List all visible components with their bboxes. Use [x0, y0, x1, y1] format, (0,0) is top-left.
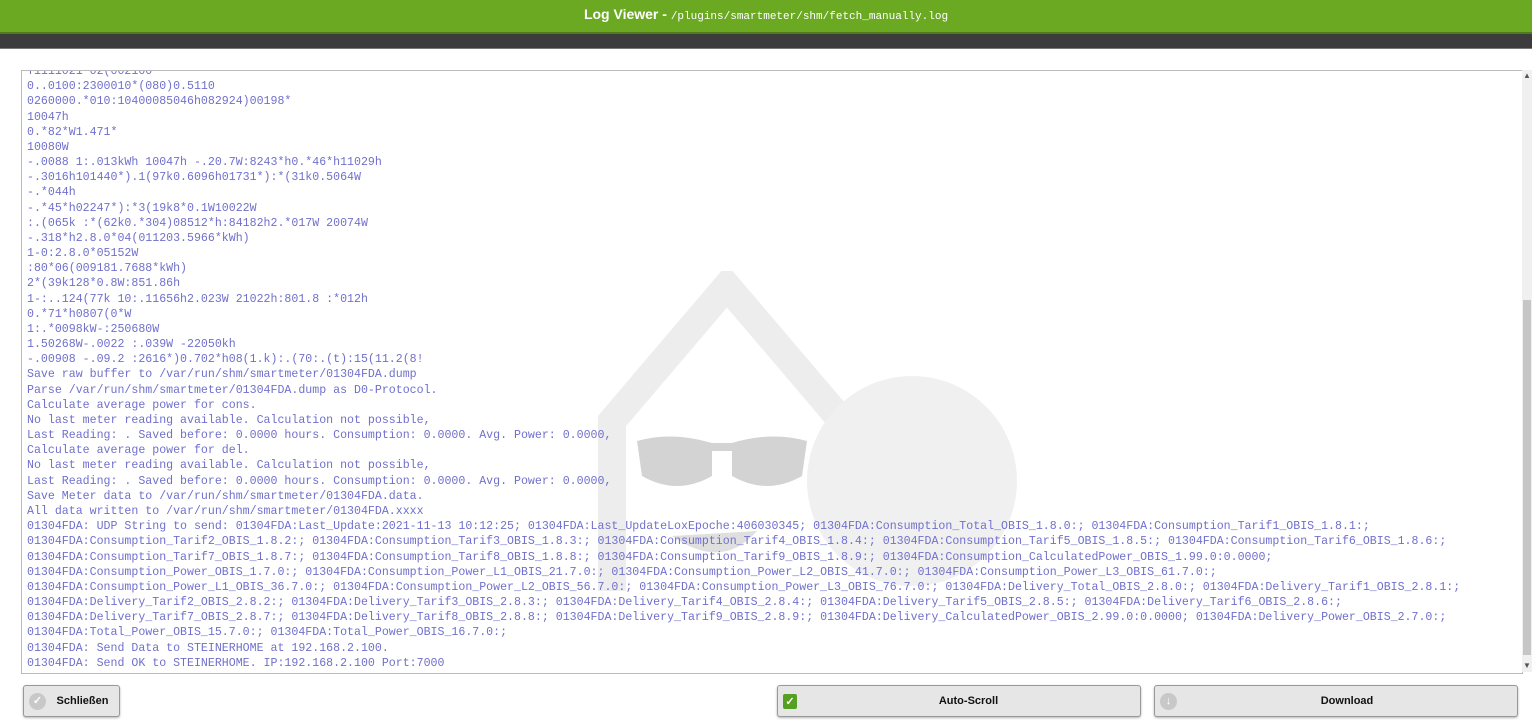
scrollbar-thumb[interactable]	[1523, 300, 1531, 655]
log-line: -.00908 -.09.2 :2616*)0.702*h08(1.k):.(7…	[27, 353, 424, 367]
log-line: 01304FDA: Send OK to STEINERHOME. IP:192…	[27, 656, 445, 670]
log-line: -.3016h101440*).1(97k0.6096h01731*):*(31…	[27, 171, 361, 185]
log-line: Save Meter data to /var/run/shm/smartmet…	[27, 489, 424, 503]
log-line: 1-:..124(77k 10:.11656h2.023W 21022h:801…	[27, 292, 368, 306]
log-output[interactable]: T1111021 02(002100 0..0100:2300010*(080)0…	[21, 70, 1523, 674]
log-line: Last Reading: . Saved before: 0.0000 hou…	[27, 474, 612, 488]
log-line: Calculate average power for cons.	[27, 398, 257, 412]
log-line: 1.50268W-.0022 :.039W -22050kh	[27, 338, 236, 352]
log-line: 0.*82*W1.471*	[27, 125, 118, 139]
scroll-up-icon[interactable]: ▲	[1522, 70, 1532, 82]
log-line: 1:.*0098kW-:250680W	[27, 322, 160, 336]
log-line: 01304FDA:Consumption_Power_L1_OBIS_36.7.…	[27, 580, 1461, 594]
log-line: 01304FDA:Total_Power_OBIS_15.7.0:; 01304…	[27, 626, 508, 640]
log-line: 10047h	[27, 110, 69, 124]
log-line: Calculate average power for del.	[27, 444, 250, 458]
log-line: Parse /var/run/shm/smartmeter/01304FDA.d…	[27, 383, 438, 397]
log-lines: T1111021 02(002100 0..0100:2300010*(080)0…	[27, 70, 1461, 671]
log-line: 01304FDA:Consumption_Tarif7_OBIS_1.8.7:;…	[27, 550, 1273, 564]
log-line: -.*45*h02247*):*3(19k8*0.1W10022W	[27, 201, 257, 215]
log-line: 01304FDA:Delivery_Tarif2_OBIS_2.8.2:; 01…	[27, 596, 1342, 610]
close-button-label: Schließen	[56, 695, 109, 707]
log-line: :.(065k :*(62k0.*304)08512*h:84182h2.*01…	[27, 216, 368, 230]
log-line: 2*(39k128*0.8W:851.86h	[27, 277, 181, 291]
check-circle-icon: ✓	[29, 692, 46, 710]
download-label: Download	[1320, 695, 1374, 707]
log-line: 1-0:2.8.0*05152W	[27, 247, 139, 261]
log-line: 01304FDA: Send Data to STEINERHOME at 19…	[27, 641, 389, 655]
auto-scroll-label: Auto-Scroll	[938, 695, 999, 707]
checkbox-checked-icon[interactable]: ✓	[783, 693, 797, 709]
log-path: /plugins/smartmeter/shm/fetch_manually.l…	[670, 11, 949, 23]
log-line: 01304FDA:Consumption_Tarif2_OBIS_1.8.2:;…	[27, 535, 1447, 549]
log-line: -.0088 1:.013kWh 10047h -.20.7W:8243*h0.…	[27, 156, 382, 170]
log-scrollbar[interactable]: ▲ ▼	[1522, 70, 1532, 672]
log-line: T1111021 02(002100	[27, 70, 153, 78]
log-line: No last meter reading available. Calcula…	[27, 459, 431, 473]
auto-scroll-button[interactable]: ✓ Auto-Scroll	[777, 685, 1141, 717]
log-line: No last meter reading available. Calcula…	[27, 413, 431, 427]
log-line: 0260000.*010:10400085046h082924)00198*	[27, 95, 292, 109]
log-line: -.318*h2.8.0*04(011203.5966*kWh)	[27, 231, 250, 245]
log-line: All data written to /var/run/shm/smartme…	[27, 504, 424, 518]
title-bar: Log Viewer - /plugins/smartmeter/shm/fet…	[0, 0, 1532, 34]
log-line: 01304FDA: UDP String to send: 01304FDA:L…	[27, 520, 1370, 534]
log-line: Last Reading: . Saved before: 0.0000 hou…	[27, 429, 612, 443]
log-line: 0..0100:2300010*(080)0.5110	[27, 80, 215, 94]
download-arrow-icon: ↓	[1160, 692, 1177, 710]
window-title: Log Viewer -	[583, 6, 671, 22]
close-button[interactable]: ✓ Schließen	[23, 685, 120, 717]
log-line: -.*044h	[27, 186, 76, 200]
log-line: 0.*71*h0807(0*W	[27, 307, 132, 321]
log-line: :80*06(009181.7688*kWh)	[27, 262, 188, 276]
download-button[interactable]: ↓ Download	[1154, 685, 1518, 717]
log-line: Save raw buffer to /var/run/shm/smartmet…	[27, 368, 417, 382]
log-line: 10080W	[27, 140, 69, 154]
log-line: 01304FDA:Delivery_Tarif7_OBIS_2.8.7:; 01…	[27, 611, 1447, 625]
scroll-down-icon[interactable]: ▼	[1522, 660, 1532, 672]
log-line: 01304FDA:Consumption_Power_OBIS_1.7.0:; …	[27, 565, 1217, 579]
toolbar-strip	[0, 34, 1532, 49]
